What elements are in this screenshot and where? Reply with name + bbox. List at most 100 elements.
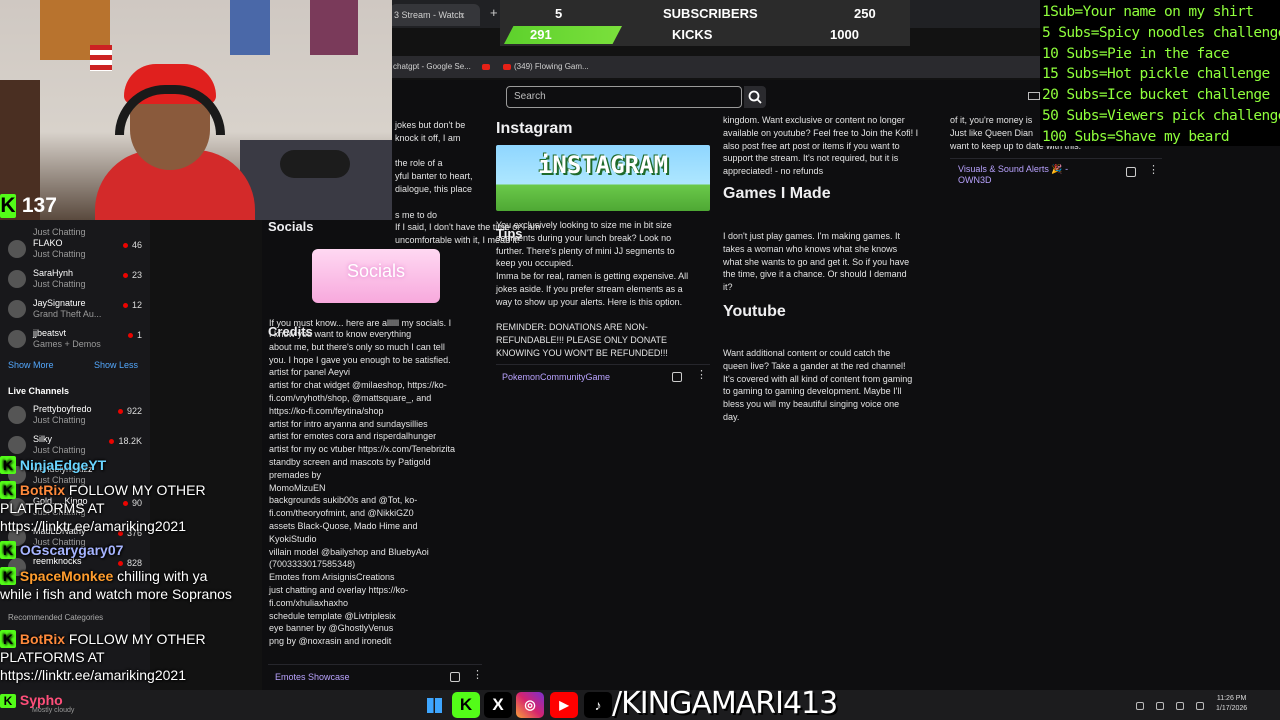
instagram-banner[interactable]: iNSTAGRAM bbox=[496, 145, 710, 211]
chat-username: BotRix bbox=[19, 482, 66, 498]
windows-start-icon[interactable] bbox=[427, 698, 442, 713]
youtube-title: Youtube bbox=[723, 303, 786, 320]
sidebar-channel[interactable]: JaySignature Grand Theft Au... 12 bbox=[8, 296, 148, 324]
sidebar-channel[interactable]: jjbeatsvt Games + Demos 1 bbox=[8, 326, 148, 354]
streamer-handle: /KINGAMARI413 bbox=[612, 686, 838, 720]
emotes-showcase-link[interactable]: Emotes Showcase ⋮ bbox=[268, 664, 483, 686]
dog bbox=[280, 150, 350, 178]
channel-game: Just Chatting bbox=[33, 249, 86, 259]
subscribers-label: SUBSCRIBERS bbox=[663, 6, 758, 21]
wall-poster bbox=[310, 0, 358, 55]
sidebar-channel[interactable]: FLAKO Just Chatting 46 bbox=[8, 236, 148, 264]
weather-widget[interactable]: K Sypho bbox=[0, 692, 63, 708]
search-input[interactable]: Search bbox=[506, 86, 742, 108]
youtube-icon bbox=[503, 63, 511, 70]
recommended-categories-heading: Recommended Categories bbox=[8, 613, 104, 622]
flag-poster bbox=[90, 45, 112, 71]
kofi-text: kingdom. Want exclusive or content no lo… bbox=[723, 115, 919, 177]
kick-icon: K bbox=[0, 456, 16, 474]
channel-viewers: 1 bbox=[128, 330, 142, 340]
channel-game: Just Chatting bbox=[33, 279, 86, 289]
anime-poster bbox=[230, 0, 270, 55]
kick-icon: K bbox=[0, 481, 16, 499]
search-icon bbox=[748, 90, 762, 104]
system-clock[interactable]: 11:26 PM 1/17/2026 bbox=[1216, 694, 1247, 714]
sub-goal: 10 Subs=Pie in the face bbox=[1042, 45, 1230, 62]
chat-username: NinjaEdgeYT bbox=[19, 457, 107, 473]
show-more-button[interactable]: Show More bbox=[8, 360, 54, 370]
credits-text: I know you want to know everything about… bbox=[269, 329, 456, 647]
kicks-label: KICKS bbox=[672, 27, 713, 42]
avatar bbox=[8, 406, 26, 424]
external-link-icon[interactable] bbox=[450, 672, 460, 682]
sidebar-channel[interactable]: SaraHynh Just Chatting 23 bbox=[8, 266, 148, 294]
microphone-icon[interactable] bbox=[1176, 702, 1184, 710]
youtube-icon: ▶ bbox=[550, 692, 578, 718]
kicks-row: 291 KICKS 1000 bbox=[500, 24, 910, 45]
socials-banner-text: Socials bbox=[346, 261, 406, 281]
mail-icon[interactable] bbox=[1028, 92, 1040, 100]
new-tab-button[interactable]: + bbox=[490, 5, 498, 20]
live-channel[interactable]: Prettyboyfredo Just Chatting 922 bbox=[8, 402, 148, 430]
instagram-banner-text: iNSTAGRAM bbox=[537, 151, 669, 179]
tray-chevron-icon[interactable] bbox=[1136, 702, 1144, 710]
live-channels-heading: Live Channels bbox=[8, 386, 70, 396]
pokemon-community-link[interactable]: PokemonCommunityGame ⋮ bbox=[496, 364, 710, 386]
tab-title: 3 Stream - Watch bbox=[394, 10, 464, 20]
more-options-icon[interactable]: ⋮ bbox=[472, 669, 483, 682]
channel-game: Games + Demos bbox=[33, 339, 101, 349]
more-options-icon[interactable]: ⋮ bbox=[696, 369, 707, 382]
clock-date: 1/17/2026 bbox=[1216, 705, 1248, 712]
kick-icon: K bbox=[0, 541, 16, 559]
socials-banner[interactable]: Socials bbox=[312, 249, 440, 303]
instagram-title: Instagram bbox=[496, 120, 573, 137]
kicks-goal: 1000 bbox=[830, 27, 859, 42]
subscribers-goal: 250 bbox=[854, 6, 876, 21]
show-less-button[interactable]: Show Less bbox=[94, 360, 138, 370]
youtube-text: Want additional content or could catch t… bbox=[723, 348, 913, 422]
bookmark-youtube[interactable]: (349) Flowing Gam... bbox=[503, 62, 589, 71]
external-link-icon[interactable] bbox=[1126, 167, 1136, 177]
channel-viewers: 922 bbox=[118, 406, 142, 416]
channel-name: jjbeatsvt bbox=[33, 328, 67, 338]
clock-time: 11:26 PM bbox=[1216, 695, 1247, 702]
tiktok-icon: ♪ bbox=[584, 692, 612, 718]
channel-name: JaySignature bbox=[33, 298, 86, 308]
chat-message: K BotRix FOLLOW MY OTHER PLATFORMS AT ht… bbox=[0, 481, 250, 535]
chat-username: OGscarygary07 bbox=[19, 542, 124, 558]
avatar bbox=[8, 240, 26, 258]
weather-condition: Mostly cloudy bbox=[32, 707, 75, 714]
channel-viewers: 46 bbox=[123, 240, 142, 250]
tray-app-icon[interactable] bbox=[1156, 702, 1164, 710]
channel-name: FLAKO bbox=[33, 238, 63, 248]
bookmark-chatgpt[interactable]: chatgpt - Google Se... bbox=[393, 62, 471, 71]
chat-message: K NinjaEdgeYT bbox=[0, 456, 150, 474]
stream-screen: jokes but don't be knock it off, I am th… bbox=[0, 0, 1280, 720]
channel-name: Prettyboyfredo bbox=[33, 404, 92, 414]
chat-message: K OGscarygary07 bbox=[0, 541, 250, 559]
search-button[interactable] bbox=[744, 86, 766, 108]
subscribers-current: 5 bbox=[555, 6, 563, 21]
external-link-icon[interactable] bbox=[672, 372, 682, 382]
channel-viewers: 12 bbox=[123, 300, 142, 310]
kick-icon: K bbox=[0, 694, 16, 708]
sub-goal: 5 Subs=Spicy noodles challenge bbox=[1042, 24, 1280, 41]
weather-label: Sypho bbox=[19, 692, 63, 708]
games-text: I don't just play games. I'm making game… bbox=[723, 231, 910, 293]
browser-tab[interactable]: 3 Stream - Watch x bbox=[390, 4, 480, 26]
avatar bbox=[8, 270, 26, 288]
sub-goal: 20 Subs=Ice bucket challenge bbox=[1042, 87, 1270, 104]
channel-viewers: 18.2K bbox=[109, 436, 142, 446]
webcam-feed bbox=[0, 0, 392, 220]
tips-text: You exclusively looking to size me in bi… bbox=[496, 220, 689, 358]
channel-viewers: 23 bbox=[123, 270, 142, 280]
chat-username: BotRix bbox=[19, 631, 66, 647]
more-options-icon[interactable]: ⋮ bbox=[1148, 164, 1159, 177]
wifi-icon[interactable] bbox=[1196, 702, 1204, 710]
visuals-sound-alerts-link[interactable]: Visuals & Sound Alerts 🎉 - OWN3D ⋮ bbox=[950, 158, 1162, 188]
channel-game: Just Chatting bbox=[33, 445, 86, 455]
tab-close-icon[interactable]: x bbox=[460, 10, 465, 20]
x-icon: X bbox=[484, 692, 512, 718]
instagram-icon: ◎ bbox=[516, 692, 544, 718]
channel-name: Silky bbox=[33, 434, 53, 444]
